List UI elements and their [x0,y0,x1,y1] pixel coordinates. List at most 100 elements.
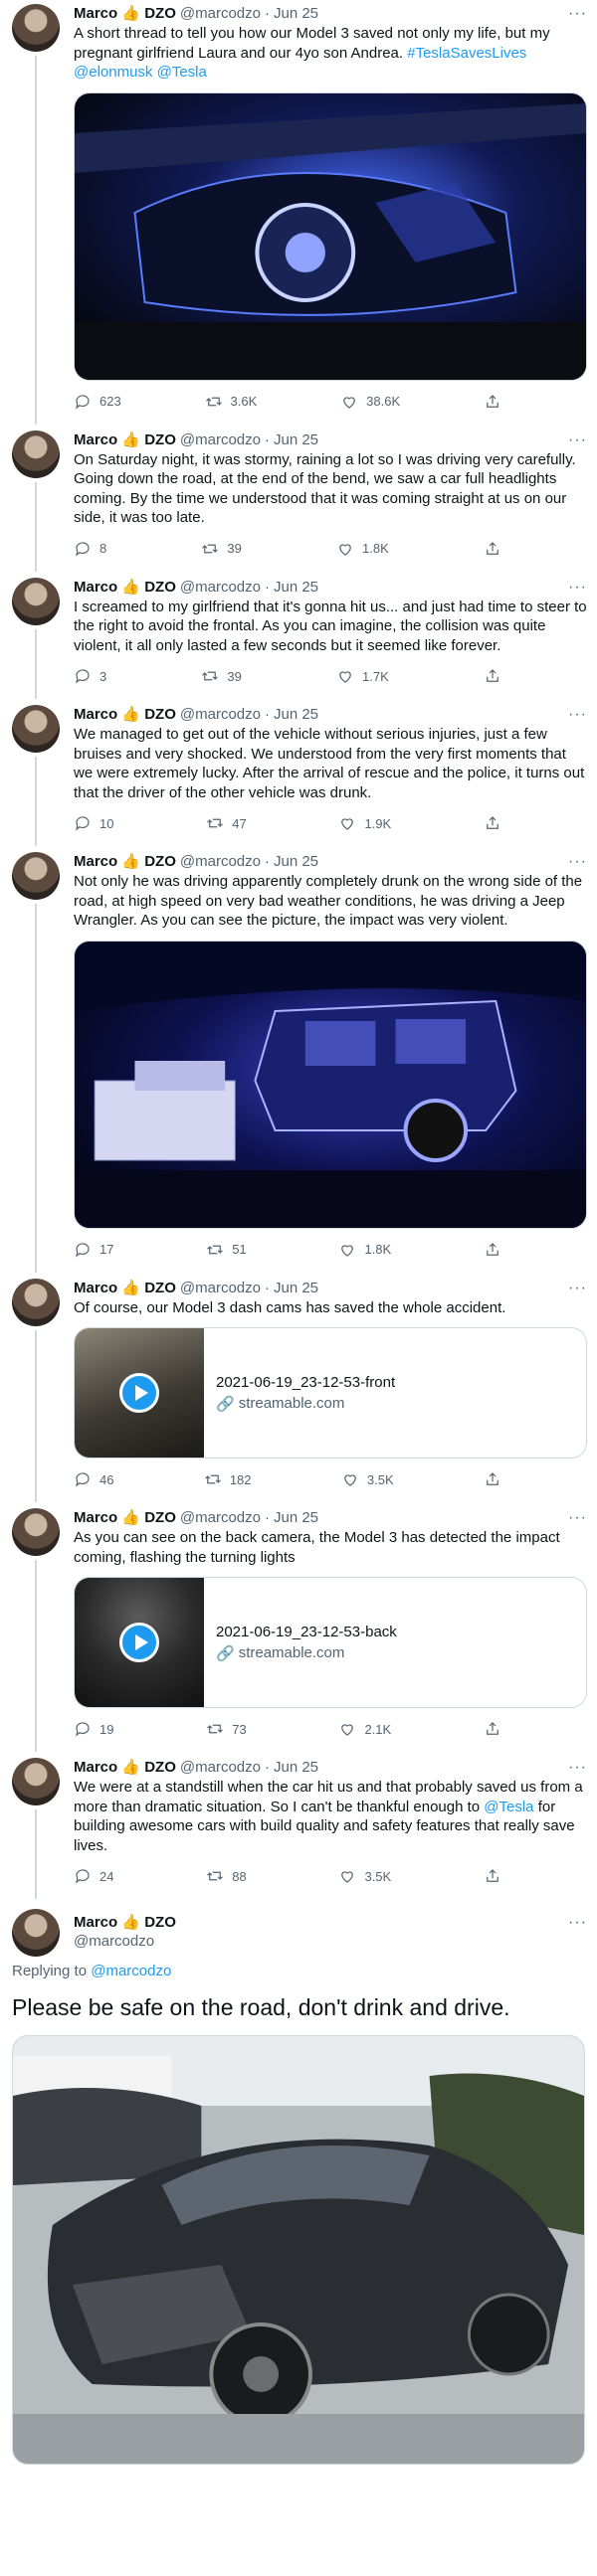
share-button[interactable] [484,393,501,411]
like-button[interactable]: 1.8K [338,1241,391,1259]
tweet[interactable]: Marco 👍 DZO @marcodzo · Jun 25 ··· A sho… [0,0,597,425]
author-name[interactable]: Marco [74,1508,117,1528]
avatar[interactable] [12,429,60,478]
more-options-icon[interactable]: ··· [568,1758,587,1778]
tweet[interactable]: Marco 👍 DZO @marcodzo · Jun 25 ··· We we… [0,1752,597,1899]
author-name[interactable]: Marco [74,1279,117,1298]
tweet[interactable]: Marco 👍 DZO @marcodzo · Jun 25 ··· Not o… [0,846,597,1273]
author-handle[interactable]: @marcodzo [74,1933,587,1950]
avatar[interactable] [12,852,60,900]
share-button[interactable] [484,1720,501,1738]
retweet-button[interactable]: 73 [206,1720,247,1738]
tweet-date[interactable]: Jun 25 [274,1758,318,1778]
more-options-icon[interactable]: ··· [568,430,587,450]
author-handle[interactable]: @marcodzo [180,852,261,872]
tweet[interactable]: Marco 👍 DZO @marcodzo · Jun 25 ··· On Sa… [0,425,597,572]
share-button[interactable] [484,1470,501,1488]
author-name[interactable]: Marco [74,578,117,598]
more-options-icon[interactable]: ··· [568,1508,587,1528]
author-handle[interactable]: @marcodzo [180,1279,261,1298]
more-options-icon[interactable]: ··· [568,578,587,598]
avatar[interactable] [12,1909,60,1957]
avatar[interactable] [12,1758,60,1805]
author-name-suffix[interactable]: DZO [144,1279,176,1298]
retweet-button[interactable]: 51 [206,1241,247,1259]
like-button[interactable]: 3.5K [338,1867,391,1885]
like-button[interactable]: 1.8K [336,540,389,558]
mention-links[interactable]: @elonmusk @Tesla [74,64,207,81]
avatar[interactable] [12,1508,60,1556]
replying-to-link[interactable]: @marcodzo [91,1963,171,1979]
retweet-button[interactable]: 3.6K [205,393,257,411]
tweet[interactable]: Marco 👍 DZO @marcodzo · Jun 25 ··· As yo… [0,1502,597,1752]
more-options-icon[interactable]: ··· [568,852,587,872]
like-button[interactable]: 3.5K [341,1470,394,1488]
crash-photo-daylight[interactable] [12,2035,585,2465]
author-name[interactable]: Marco [74,430,117,450]
avatar[interactable] [12,1278,60,1326]
share-button[interactable] [484,667,501,685]
like-button[interactable]: 38.6K [340,393,400,411]
author-name-suffix[interactable]: DZO [144,1913,176,1933]
author-name-suffix[interactable]: DZO [144,4,176,24]
author-name[interactable]: Marco [74,1758,117,1778]
like-button[interactable]: 1.7K [336,667,389,685]
mention-link[interactable]: @Tesla [484,1799,533,1815]
author-name-suffix[interactable]: DZO [144,1508,176,1528]
video-link-card[interactable]: 2021-06-19_23-12-53-back 🔗 streamable.com [74,1577,587,1708]
focused-tweet-header[interactable]: Marco 👍 DZO ··· @marcodzo [0,1899,597,1957]
play-icon[interactable] [119,1623,159,1662]
like-button[interactable]: 1.9K [338,814,391,832]
author-name[interactable]: Marco [74,852,117,872]
author-handle[interactable]: @marcodzo [180,4,261,24]
retweet-button[interactable]: 39 [201,667,242,685]
more-options-icon[interactable]: ··· [568,1279,587,1298]
reply-button[interactable]: 623 [74,393,121,411]
author-name-suffix[interactable]: DZO [144,430,176,450]
tweet-date[interactable]: Jun 25 [274,1279,318,1298]
author-handle[interactable]: @marcodzo [180,1758,261,1778]
tweet[interactable]: Marco 👍 DZO @marcodzo · Jun 25 ··· We ma… [0,699,597,846]
author-handle[interactable]: @marcodzo [180,430,261,450]
author-name[interactable]: Marco [74,4,117,24]
reply-button[interactable]: 46 [74,1470,113,1488]
retweet-button[interactable]: 39 [201,540,242,558]
avatar[interactable] [12,705,60,753]
author-name[interactable]: Marco [74,705,117,725]
author-name-suffix[interactable]: DZO [144,578,176,598]
reply-button[interactable]: 19 [74,1720,113,1738]
reply-button[interactable]: 3 [74,667,106,685]
play-icon[interactable] [119,1373,159,1413]
tweet-date[interactable]: Jun 25 [274,1508,318,1528]
avatar[interactable] [12,577,60,625]
author-name-suffix[interactable]: DZO [144,705,176,725]
author-name-suffix[interactable]: DZO [144,852,176,872]
more-options-icon[interactable]: ··· [568,705,587,725]
share-button[interactable] [484,540,501,558]
more-options-icon[interactable]: ··· [568,4,587,24]
share-button[interactable] [484,1241,501,1259]
avatar[interactable] [12,4,60,52]
tweet-date[interactable]: Jun 25 [274,578,318,598]
retweet-button[interactable]: 182 [204,1470,252,1488]
share-button[interactable] [484,1867,501,1885]
reply-button[interactable]: 10 [74,814,113,832]
author-name[interactable]: Marco [74,1913,117,1933]
more-options-icon[interactable]: ··· [568,1913,587,1933]
tweet[interactable]: Marco 👍 DZO @marcodzo · Jun 25 ··· I scr… [0,572,597,699]
retweet-button[interactable]: 88 [206,1867,247,1885]
author-handle[interactable]: @marcodzo [180,705,261,725]
crash-photo-jeep[interactable] [74,940,587,1229]
tweet-date[interactable]: Jun 25 [274,852,318,872]
reply-button[interactable]: 24 [74,1867,113,1885]
retweet-button[interactable]: 47 [206,814,247,832]
tweet-date[interactable]: Jun 25 [274,705,318,725]
crash-photo-tesla[interactable] [74,91,587,381]
author-handle[interactable]: @marcodzo [180,578,261,598]
hashtag-link[interactable]: #TeslaSavesLives [407,45,526,62]
reply-button[interactable]: 8 [74,540,106,558]
tweet-date[interactable]: Jun 25 [274,4,318,24]
video-link-card[interactable]: 2021-06-19_23-12-53-front 🔗 streamable.co… [74,1327,587,1459]
tweet-date[interactable]: Jun 25 [274,430,318,450]
reply-button[interactable]: 17 [74,1241,113,1259]
